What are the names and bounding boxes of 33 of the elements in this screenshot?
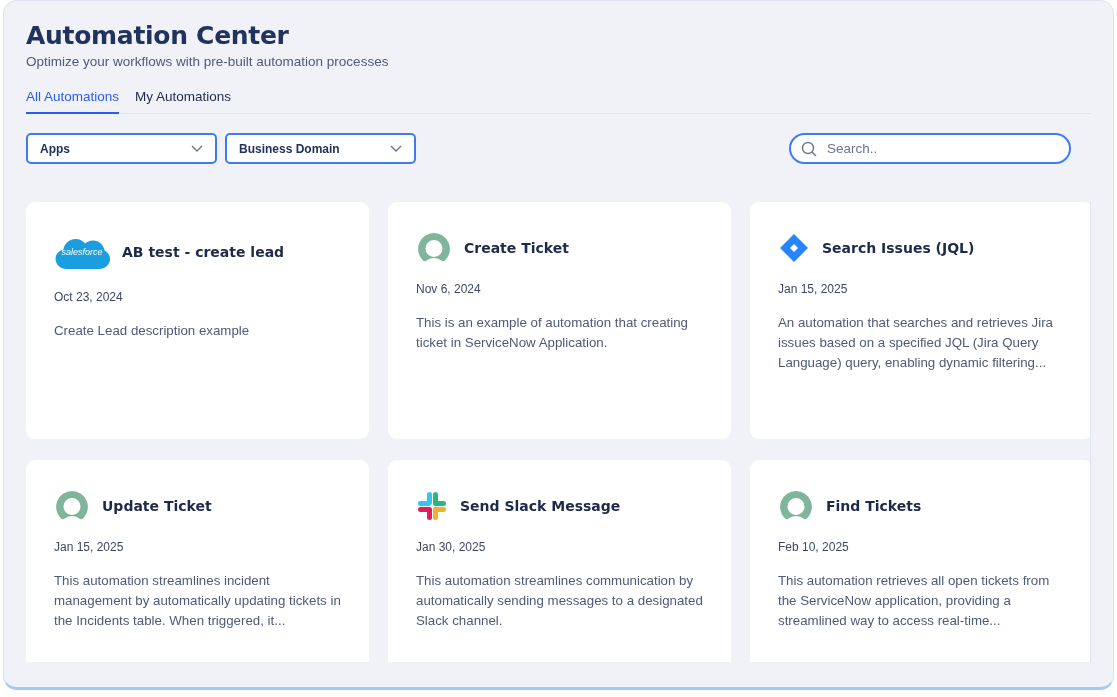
card-date: Feb 10, 2025 <box>778 540 850 554</box>
card-title: AB test - create lead <box>122 244 285 260</box>
logo-text: salesforce <box>60 247 104 258</box>
search-field[interactable]: Search.. <box>789 133 1071 164</box>
automation-card[interactable]: Find Tickets Feb 10, 2025 This automation retrieves all open tickets from the ServiceNow application, providing a streamlined way to access real-time... <box>750 460 1091 662</box>
automation-card[interactable]: Search Issues (JQL) Jan 15, 2025 An automation that searches and retrieves Jira issues based on a specified JQL (Jira Query Language) query, enabling dynamic filtering... <box>750 202 1091 439</box>
card-description: This is an example of automation that creating ticket in ServiceNow Application. <box>416 314 689 352</box>
page-subtitle: Optimize your workflows with pre-built automation processes <box>26 54 390 69</box>
card-date: Nov 6, 2024 <box>416 282 482 296</box>
tab[interactable]: All Automations <box>26 89 120 114</box>
card-title: Update Ticket <box>102 498 212 514</box>
card-date: Jan 30, 2025 <box>416 540 487 554</box>
card-description: An automation that searches and retrieves Jira issues based on a specified JQL (Jira Query Language) query, enabling dynamic filtering... <box>778 314 1054 372</box>
automation-card[interactable]: salesforce AB test - create lead Oct 23, 2024 Create Lead description example <box>26 202 369 439</box>
card-title: Create Ticket <box>464 240 569 256</box>
card-title: Find Tickets <box>826 498 922 514</box>
automation-card[interactable]: Send Slack Message Jan 30, 2025 This automation streamlines communication by automatically sending messages to a designated Slack channel. <box>388 460 731 662</box>
card-description: Create Lead description example <box>54 322 251 340</box>
card-date: Oct 23, 2024 <box>54 290 124 304</box>
card-title: Send Slack Message <box>460 498 621 514</box>
card-description: This automation retrieves all open tickets from the ServiceNow application, providing a streamlined way to access real-time... <box>778 572 1051 630</box>
card-description: This automation streamlines incident management by automatically updating tickets in the Incidents table. When triggered, it... <box>54 572 341 630</box>
card-description: This automation streamlines communication by automatically sending messages to a designated Slack channel. <box>416 572 703 630</box>
search-input[interactable]: Search.. <box>825 140 1059 157</box>
card-title: Search Issues (JQL) <box>822 240 975 256</box>
filter-dropdown[interactable]: Business Domain <box>225 133 416 164</box>
card-date: Jan 15, 2025 <box>778 282 849 296</box>
card-date: Jan 15, 2025 <box>54 540 125 554</box>
page-title: Automation Center <box>26 21 290 50</box>
automation-card[interactable]: Update Ticket Jan 15, 2025 This automation streamlines incident management by automatically updating tickets in the Incidents table. When triggered, it... <box>26 460 369 662</box>
automation-card[interactable]: Create Ticket Nov 6, 2024 This is an example of automation that creating ticket in ServiceNow Application. <box>388 202 731 439</box>
filter-dropdown[interactable]: Apps <box>26 133 217 164</box>
tab[interactable]: My Automations <box>135 89 232 114</box>
